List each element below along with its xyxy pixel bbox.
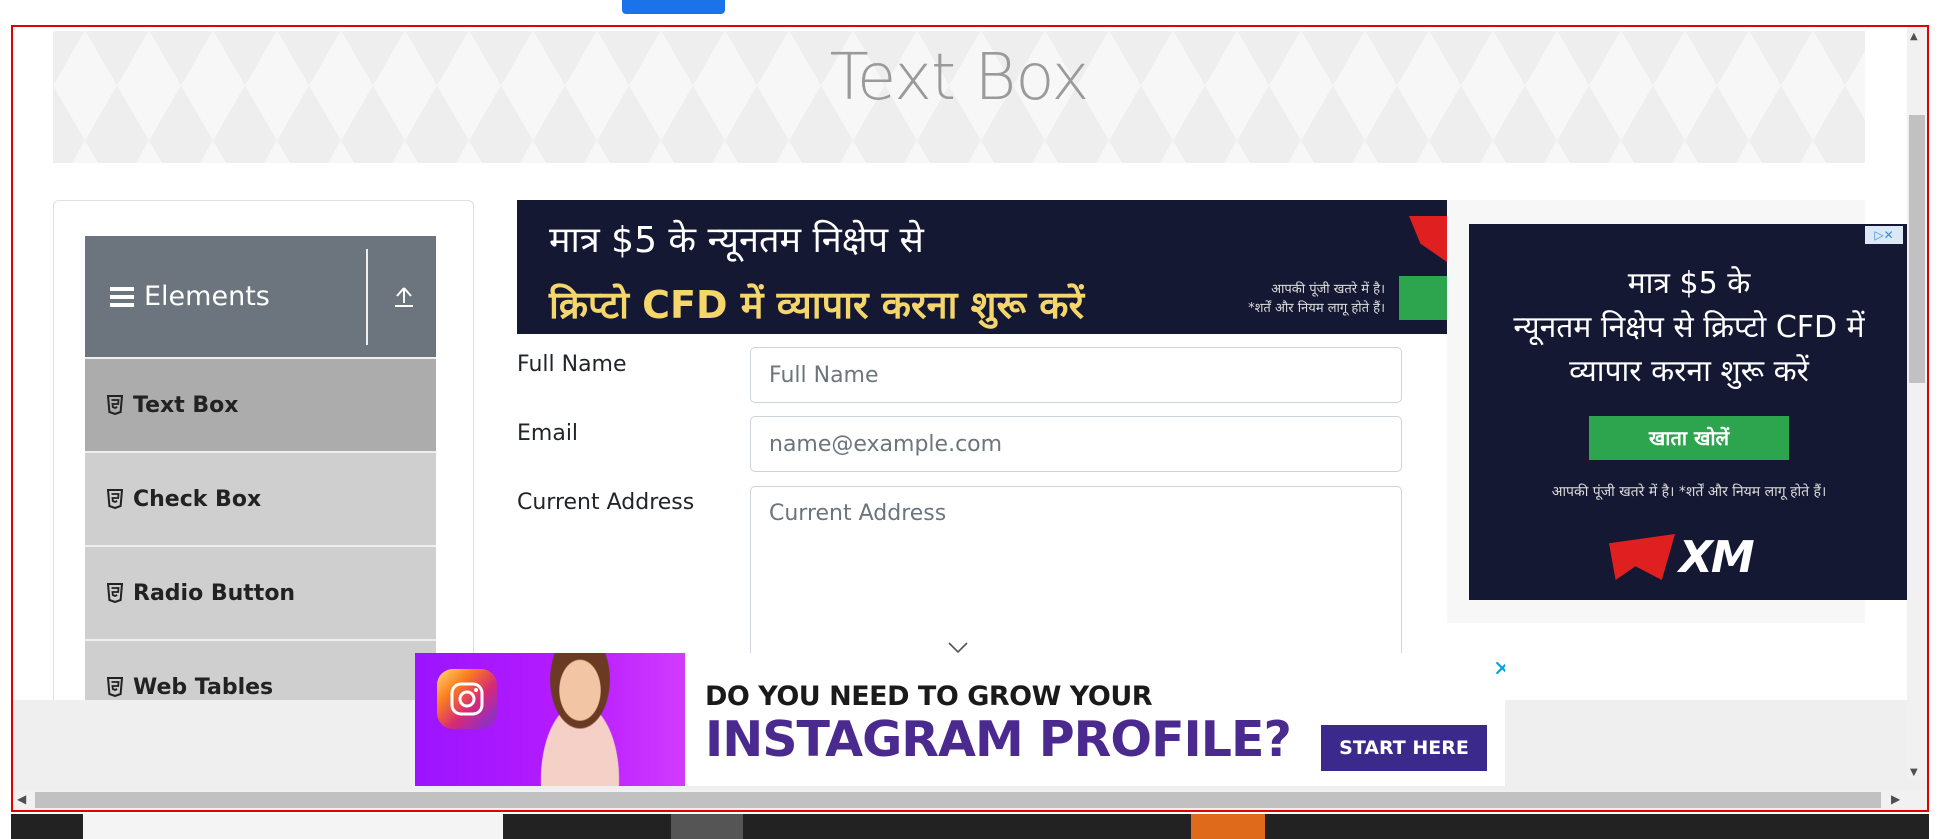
instagram-ad-headline: DO YOU NEED TO GROW YOUR	[705, 681, 1153, 712]
side-ad-disclaimer: आपकी पूंजी खतरे में है। *शर्तें और नियम …	[1551, 484, 1827, 500]
top-blue-button[interactable]	[622, 0, 725, 14]
ad-image-panel	[415, 653, 685, 786]
horizontal-scroll-thumb[interactable]	[35, 792, 1881, 808]
ad-headline: मात्र $5 के न्यूनतम निक्षेप से	[549, 220, 924, 261]
xm-logo-mark	[1609, 534, 1675, 580]
strip-segment	[671, 814, 743, 839]
scroll-down-icon[interactable]: ▼	[1910, 767, 1918, 778]
scroll-right-icon[interactable]: ▶	[1891, 792, 1900, 806]
xm-logo-text: XM	[1679, 532, 1755, 583]
sidebar-item-label: Radio Button	[133, 580, 296, 606]
instagram-ad-headline2: INSTAGRAM PROFILE?	[705, 711, 1292, 768]
html5-icon	[107, 677, 123, 697]
fullname-label: Full Name	[517, 352, 627, 377]
strip-segment	[1191, 814, 1265, 839]
side-ad-line2: न्यूनतम निक्षेप से क्रिप्टो CFD में	[1513, 310, 1865, 345]
strip-segment	[83, 814, 503, 839]
collapse-icon[interactable]	[386, 279, 422, 315]
vertical-scroll-thumb[interactable]	[1909, 115, 1925, 383]
header-banner: Text Box	[53, 31, 1865, 163]
group-title-label: Elements	[144, 281, 270, 312]
sidebar-item-check-box[interactable]: Check Box	[85, 451, 436, 545]
sidebar-item-radio-button[interactable]: Radio Button	[85, 545, 436, 639]
instagram-icon	[437, 669, 497, 729]
sidebar-item-label: Text Box	[133, 392, 239, 418]
fullname-input[interactable]: Full Name	[750, 347, 1402, 403]
ad-disclaimer-line: आपकी पूंजी खतरे में है।	[1271, 282, 1385, 297]
instagram-ad[interactable]: DO YOU NEED TO GROW YOUR INSTAGRAM PROFI…	[415, 653, 1505, 786]
start-here-button[interactable]: START HERE	[1321, 725, 1487, 771]
adchoices-icon[interactable]: ▷✕	[1865, 226, 1903, 244]
elements-group-header[interactable]: Elements	[85, 236, 436, 357]
email-input[interactable]: name@example.com	[750, 416, 1402, 472]
html5-icon	[107, 489, 123, 509]
page-viewport: Text Box Elements Text Box Check Box Rad…	[11, 25, 1929, 812]
page-title: Text Box	[829, 41, 1090, 115]
current-address-label: Current Address	[517, 490, 695, 515]
sidebar-item-text-box[interactable]: Text Box	[85, 357, 436, 451]
horizontal-scrollbar[interactable]: ◀ ▶	[13, 790, 1927, 810]
email-label: Email	[517, 421, 579, 446]
menu-icon	[110, 286, 134, 307]
top-banner-ad[interactable]: मात्र $5 के न्यूनतम निक्षेप से क्रिप्टो …	[517, 200, 1447, 334]
ad-disclaimer: आपकी पूंजी खतरे में है। *शर्तें और नियम …	[1248, 280, 1385, 318]
ad-person-image	[515, 653, 645, 786]
close-icon[interactable]: ✕	[1493, 657, 1505, 682]
sidebar-item-label: Web Tables	[133, 674, 274, 700]
scroll-up-icon[interactable]: ▲	[1910, 31, 1918, 42]
group-title: Elements	[85, 281, 366, 312]
side-ad-line1: मात्र $5 के	[1627, 266, 1751, 301]
ad-disclaimer-line: *शर्तें और नियम लागू होते हैं।	[1248, 301, 1385, 316]
scroll-left-icon[interactable]: ◀	[17, 792, 26, 806]
html5-icon	[107, 395, 123, 415]
sidebar-item-label: Check Box	[133, 486, 262, 512]
open-account-button[interactable]: खाता खोलें	[1589, 416, 1789, 460]
vertical-scrollbar[interactable]: ▲ ▼	[1907, 27, 1927, 779]
html5-icon	[107, 583, 123, 603]
side-ad-line3: व्यापार करना शुरू करें	[1569, 354, 1809, 389]
xm-logo-fragment	[1409, 216, 1447, 262]
side-banner-ad[interactable]: ▷✕ मात्र $5 के न्यूनतम निक्षेप से क्रिप्…	[1469, 224, 1909, 600]
ad-cta-fragment[interactable]	[1399, 276, 1447, 320]
header-divider	[366, 248, 368, 345]
bottom-strip	[11, 814, 1929, 839]
ad-subheadline: क्रिप्टो CFD में व्यापार करना शुरू करें	[549, 283, 1085, 327]
